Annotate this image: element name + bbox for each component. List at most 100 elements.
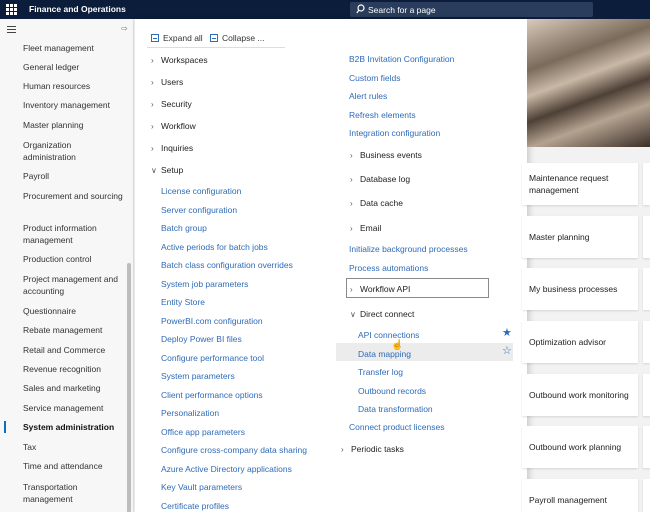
tile-outbound-work-monitoring[interactable]: Outbound work monitoring <box>522 374 638 416</box>
tile-edge[interactable] <box>643 216 650 258</box>
link-deploy-power-bi-files[interactable]: Deploy Power BI files <box>161 334 242 344</box>
tile-optimization-advisor[interactable]: Optimization advisor <box>522 321 638 363</box>
tile-label: Maintenance request management <box>529 173 609 195</box>
chevron-right-icon: › <box>151 56 154 65</box>
nav-item-product-information-management[interactable]: Product information management <box>23 222 123 246</box>
link-transfer-log[interactable]: Transfer log <box>358 367 403 377</box>
group-workspaces[interactable]: › Workspaces <box>151 55 208 65</box>
favorite-star-empty-icon[interactable]: ☆ <box>502 344 512 357</box>
collapse-icon <box>210 34 218 42</box>
tile-edge[interactable] <box>643 426 650 468</box>
tile-edge[interactable] <box>643 374 650 416</box>
link-custom-fields[interactable]: Custom fields <box>349 73 401 83</box>
nav-item-questionnaire[interactable]: Questionnaire <box>23 305 123 317</box>
link-connect-product-licenses[interactable]: Connect product licenses <box>349 422 444 432</box>
app-title[interactable]: Finance and Operations <box>29 4 126 14</box>
nav-item-system-administration[interactable]: System administration <box>23 421 123 433</box>
group-workflow-api[interactable]: › Workflow API <box>350 284 410 294</box>
tile-edge[interactable] <box>643 321 650 363</box>
nav-scrollbar[interactable] <box>127 263 131 512</box>
link-outbound-records[interactable]: Outbound records <box>358 386 426 396</box>
tile-edge[interactable] <box>643 479 650 512</box>
link-azure-active-directory-applications[interactable]: Azure Active Directory applications <box>161 464 292 474</box>
link-integration-configuration[interactable]: Integration configuration <box>349 128 440 138</box>
tile-label: Payroll management <box>529 495 607 505</box>
link-powerbi-com-configuration[interactable]: PowerBI.com configuration <box>161 316 263 326</box>
tile-maintenance-request-management[interactable]: Maintenance request management <box>522 163 638 205</box>
nav-item-fleet-management[interactable]: Fleet management <box>23 42 123 54</box>
nav-item-service-management[interactable]: Service management <box>23 402 123 414</box>
nav-item-revenue-recognition[interactable]: Revenue recognition <box>23 363 123 375</box>
tile-payroll-management[interactable]: Payroll management <box>522 479 638 512</box>
link-server-configuration[interactable]: Server configuration <box>161 205 237 215</box>
search-box[interactable]: Search for a page <box>350 2 593 17</box>
link-b2b-invitation-configuration[interactable]: B2B Invitation Configuration <box>349 54 454 64</box>
tile-outbound-work-planning[interactable]: Outbound work planning <box>522 426 638 468</box>
link-batch-class-configuration-overrides[interactable]: Batch class configuration overrides <box>161 260 293 270</box>
nav-item-transportation-management[interactable]: Transportation management <box>23 481 123 505</box>
link-batch-group[interactable]: Batch group <box>161 223 207 233</box>
nav-item-rebate-management[interactable]: Rebate management <box>23 324 123 336</box>
nav-item-organization-administration[interactable]: Organization administration <box>23 139 123 163</box>
group-periodic-tasks[interactable]: › Periodic tasks <box>341 444 404 454</box>
tile-edge[interactable] <box>643 163 650 205</box>
hamburger-icon[interactable] <box>7 26 16 35</box>
nav-item-time-and-attendance[interactable]: Time and attendance <box>23 460 123 472</box>
tile-edge[interactable] <box>643 268 650 310</box>
nav-item-general-ledger[interactable]: General ledger <box>23 61 123 73</box>
chevron-right-icon: › <box>151 122 154 131</box>
link-configure-cross-company-data-sharing[interactable]: Configure cross-company data sharing <box>161 445 307 455</box>
chevron-right-icon: › <box>350 151 353 160</box>
group-label: Workspaces <box>161 55 208 65</box>
nav-item-master-planning[interactable]: Master planning <box>23 119 123 131</box>
nav-item-payroll[interactable]: Payroll <box>23 170 123 182</box>
tile-label: Optimization advisor <box>529 337 607 347</box>
expand-all-button[interactable]: Expand all <box>151 33 203 43</box>
nav-item-project-management-and-accounting[interactable]: Project management and accounting <box>23 273 123 297</box>
nav-item-human-resources[interactable]: Human resources <box>23 80 123 92</box>
pin-icon[interactable]: ⇨ <box>121 24 128 33</box>
link-process-automations[interactable]: Process automations <box>349 263 428 273</box>
group-workflow[interactable]: › Workflow <box>151 121 196 131</box>
nav-item-tax[interactable]: Tax <box>23 441 123 453</box>
group-direct-connect[interactable]: ∨ Direct connect <box>350 309 414 319</box>
group-business-events[interactable]: › Business events <box>350 150 422 160</box>
link-data-transformation[interactable]: Data transformation <box>358 404 433 414</box>
group-inquiries[interactable]: › Inquiries <box>151 143 193 153</box>
link-license-configuration[interactable]: License configuration <box>161 186 241 196</box>
link-refresh-elements[interactable]: Refresh elements <box>349 110 416 120</box>
link-initialize-background-processes[interactable]: Initialize background processes <box>349 244 468 254</box>
group-database-log[interactable]: › Database log <box>350 174 410 184</box>
link-system-parameters[interactable]: System parameters <box>161 371 235 381</box>
link-api-connections[interactable]: API connections <box>358 330 419 340</box>
tile-label: Outbound work planning <box>529 442 622 452</box>
chevron-right-icon: › <box>350 199 353 208</box>
link-personalization[interactable]: Personalization <box>161 408 219 418</box>
link-certificate-profiles[interactable]: Certificate profiles <box>161 501 229 511</box>
link-alert-rules[interactable]: Alert rules <box>349 91 387 101</box>
link-key-vault-parameters[interactable]: Key Vault parameters <box>161 482 242 492</box>
nav-item-sales-and-marketing[interactable]: Sales and marketing <box>23 382 123 394</box>
link-configure-performance-tool[interactable]: Configure performance tool <box>161 353 264 363</box>
tile-master-planning[interactable]: Master planning <box>522 216 638 258</box>
tile-my-business-processes[interactable]: My business processes <box>522 268 638 310</box>
group-users[interactable]: › Users <box>151 77 183 87</box>
link-office-app-parameters[interactable]: Office app parameters <box>161 427 245 437</box>
nav-item-production-control[interactable]: Production control <box>23 253 123 265</box>
link-entity-store[interactable]: Entity Store <box>161 297 205 307</box>
app-launcher-icon[interactable] <box>6 4 17 15</box>
group-label: Data cache <box>360 198 403 208</box>
favorite-star-filled-icon[interactable]: ★ <box>502 326 512 339</box>
group-email[interactable]: › Email <box>350 223 381 233</box>
nav-item-retail-and-commerce[interactable]: Retail and Commerce <box>23 344 123 356</box>
link-client-performance-options[interactable]: Client performance options <box>161 390 263 400</box>
nav-item-inventory-management[interactable]: Inventory management <box>23 99 123 111</box>
group-security[interactable]: › Security <box>151 99 192 109</box>
group-setup[interactable]: ∨ Setup <box>151 165 183 175</box>
nav-item-procurement-and-sourcing[interactable]: Procurement and sourcing <box>23 190 123 202</box>
collapse-all-button[interactable]: Collapse ... <box>210 33 265 43</box>
group-data-cache[interactable]: › Data cache <box>350 198 403 208</box>
link-system-job-parameters[interactable]: System job parameters <box>161 279 248 289</box>
group-label: Direct connect <box>360 309 415 319</box>
link-active-periods-for-batch-jobs[interactable]: Active periods for batch jobs <box>161 242 268 252</box>
